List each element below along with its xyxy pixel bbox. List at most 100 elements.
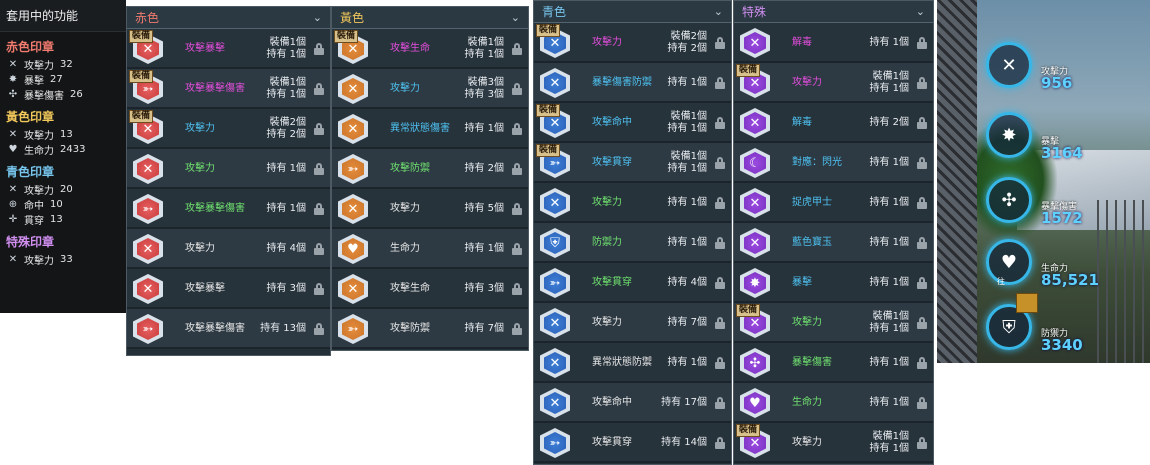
lock-icon[interactable] xyxy=(715,37,725,49)
seal-row[interactable]: ➳ 攻擊暴擊傷害 持有 13個 xyxy=(127,309,330,349)
column-header[interactable]: 赤色 ⌄ xyxy=(127,7,330,29)
lock-icon[interactable] xyxy=(917,197,927,209)
chevron-down-icon[interactable]: ⌄ xyxy=(313,11,322,24)
seal-row[interactable]: ➳ 攻擊暴擊傷害 持有 1個 xyxy=(127,189,330,229)
seal-row[interactable]: ✕ 解毒 持有 1個 xyxy=(734,23,933,63)
seal-row[interactable]: ✸ 暴擊 持有 1個 xyxy=(734,263,933,303)
lock-icon[interactable] xyxy=(314,163,324,175)
equipped-badge: 裝備 xyxy=(736,304,761,317)
seal-row[interactable]: ➳ 裝備 攻擊暴擊傷害 裝備1個 持有 1個 xyxy=(127,69,330,109)
seal-row[interactable]: ✕ 攻擊命中 持有 17個 xyxy=(534,383,731,423)
lock-icon[interactable] xyxy=(917,37,927,49)
column-header[interactable]: 特殊 ⌄ xyxy=(734,1,933,23)
lock-icon[interactable] xyxy=(917,117,927,129)
seal-count: 裝備1個 持有 1個 xyxy=(869,63,909,103)
lock-icon[interactable] xyxy=(512,283,522,295)
lock-icon[interactable] xyxy=(715,197,725,209)
seal-row[interactable]: ➳ 裝備 攻擊貫穿 裝備1個 持有 1個 xyxy=(534,143,731,183)
seal-row[interactable]: ✕ 異常狀態傷害 持有 1個 xyxy=(332,109,528,149)
seal-row[interactable]: ✕ 攻擊力 持有 4個 xyxy=(127,229,330,269)
lock-icon[interactable] xyxy=(512,83,522,95)
lock-icon[interactable] xyxy=(314,283,324,295)
seal-row[interactable]: ✕ 裝備 攻擊命中 裝備1個 持有 1個 xyxy=(534,103,731,143)
seal-row[interactable]: ➳ 攻擊貫穿 持有 14個 xyxy=(534,423,731,463)
seal-row[interactable]: ✕ 攻擊力 持有 7個 xyxy=(534,303,731,343)
seal-row[interactable]: ✕ 裝備 攻擊力 裝備1個 持有 1個 xyxy=(734,303,933,343)
lock-icon[interactable] xyxy=(715,277,725,289)
seal-row[interactable]: ✕ 異常狀態防禦 持有 1個 xyxy=(534,343,731,383)
owned-count: 持有 3個 xyxy=(464,283,504,294)
seal-row[interactable]: ✕ 暴擊傷害防禦 持有 1個 xyxy=(534,63,731,103)
effect-name: 攻擊力 xyxy=(24,61,54,72)
lock-icon[interactable] xyxy=(917,277,927,289)
lock-icon[interactable] xyxy=(917,357,927,369)
seal-row[interactable]: ✕ 藍色寶玉 持有 1個 xyxy=(734,223,933,263)
lock-icon[interactable] xyxy=(917,77,927,89)
seal-row[interactable]: ➳ 攻擊防禦 持有 2個 xyxy=(332,149,528,189)
seal-row[interactable]: ♥ 生命力 持有 1個 xyxy=(734,383,933,423)
chevron-down-icon[interactable]: ⌄ xyxy=(916,5,925,18)
lock-icon[interactable] xyxy=(715,317,725,329)
lock-icon[interactable] xyxy=(715,77,725,89)
seal-row[interactable]: ✕ 裝備 攻擊力 裝備1個 持有 1個 xyxy=(734,63,933,103)
cage-scenery xyxy=(1097,200,1150,363)
owned-count: 持有 1個 xyxy=(667,163,707,174)
lock-icon[interactable] xyxy=(314,323,324,335)
seal-row[interactable]: ✕ 裝備 攻擊生命 裝備1個 持有 1個 xyxy=(332,29,528,69)
lock-icon[interactable] xyxy=(917,237,927,249)
seal-row[interactable]: ✕ 捉虎甲士 持有 1個 xyxy=(734,183,933,223)
lock-icon[interactable] xyxy=(314,203,324,215)
lock-icon[interactable] xyxy=(917,157,927,169)
seal-gem-icon: ✕ xyxy=(740,28,770,58)
lock-icon[interactable] xyxy=(917,317,927,329)
column-header[interactable]: 青色 ⌄ xyxy=(534,1,731,23)
lock-icon[interactable] xyxy=(512,123,522,135)
seal-row[interactable]: ✕ 裝備 攻擊暴擊 裝備1個 持有 1個 xyxy=(127,29,330,69)
seal-row[interactable]: ➳ 攻擊貫穿 持有 4個 xyxy=(534,263,731,303)
lock-icon[interactable] xyxy=(917,437,927,449)
seal-gem-icon: ➳ xyxy=(338,154,368,184)
chevron-down-icon[interactable]: ⌄ xyxy=(511,11,520,24)
lock-icon[interactable] xyxy=(314,123,324,135)
column-header[interactable]: 黃色 ⌄ xyxy=(332,7,528,29)
seal-row[interactable]: ✣ 暴擊傷害 持有 1個 xyxy=(734,343,933,383)
seal-gem-icon: ☾ xyxy=(740,148,770,178)
lock-icon[interactable] xyxy=(715,397,725,409)
lock-icon[interactable] xyxy=(715,237,725,249)
seal-row[interactable]: ✕ 裝備 攻擊力 裝備2個 持有 2個 xyxy=(127,109,330,149)
seal-count: 持有 1個 xyxy=(667,63,707,103)
lock-icon[interactable] xyxy=(314,243,324,255)
seal-count: 持有 1個 xyxy=(869,183,909,223)
seal-row[interactable]: ✕ 攻擊力 持有 1個 xyxy=(534,183,731,223)
seal-row[interactable]: ✕ 攻擊力 裝備3個 持有 3個 xyxy=(332,69,528,109)
lock-icon[interactable] xyxy=(715,357,725,369)
seal-row[interactable]: ✕ 攻擊力 持有 5個 xyxy=(332,189,528,229)
seal-row[interactable]: ➳ 攻擊防禦 持有 7個 xyxy=(332,309,528,349)
seal-name: 攻擊防禦 xyxy=(390,163,430,174)
seal-row[interactable]: ☾ 對應：閃光 持有 1個 xyxy=(734,143,933,183)
seal-row[interactable]: ✕ 攻擊生命 持有 3個 xyxy=(332,269,528,309)
lock-icon[interactable] xyxy=(715,157,725,169)
lock-icon[interactable] xyxy=(512,43,522,55)
seal-name: 暴擊傷害 xyxy=(792,357,832,368)
lock-icon[interactable] xyxy=(512,163,522,175)
seal-row[interactable]: ⛨ 防禦力 持有 1個 xyxy=(534,223,731,263)
lock-icon[interactable] xyxy=(314,43,324,55)
seal-row[interactable]: ✕ 攻擊力 持有 1個 xyxy=(127,149,330,189)
lock-icon[interactable] xyxy=(512,203,522,215)
seal-row[interactable]: ✕ 解毒 持有 2個 xyxy=(734,103,933,143)
lock-icon[interactable] xyxy=(715,437,725,449)
lock-icon[interactable] xyxy=(917,397,927,409)
seal-row[interactable]: ✕ 裝備 攻擊力 裝備1個 持有 1個 xyxy=(734,423,933,463)
item-icon xyxy=(1016,293,1038,313)
lock-icon[interactable] xyxy=(314,83,324,95)
lock-icon[interactable] xyxy=(512,323,522,335)
lock-icon[interactable] xyxy=(512,243,522,255)
lock-icon[interactable] xyxy=(715,117,725,129)
yellow-seal-column: 黃色 ⌄ ✕ 裝備 攻擊生命 裝備1個 持有 1個 ✕ 攻擊力 裝備3個 持有 3個 ✕ 異常狀態傷害持… xyxy=(331,6,529,351)
equipped-count: 裝備1個 xyxy=(872,71,909,82)
seal-row[interactable]: ✕ 裝備 攻擊力 裝備2個 持有 2個 xyxy=(534,23,731,63)
seal-row[interactable]: ✕ 攻擊暴擊 持有 3個 xyxy=(127,269,330,309)
seal-row[interactable]: ♥ 生命力 持有 1個 xyxy=(332,229,528,269)
chevron-down-icon[interactable]: ⌄ xyxy=(714,5,723,18)
